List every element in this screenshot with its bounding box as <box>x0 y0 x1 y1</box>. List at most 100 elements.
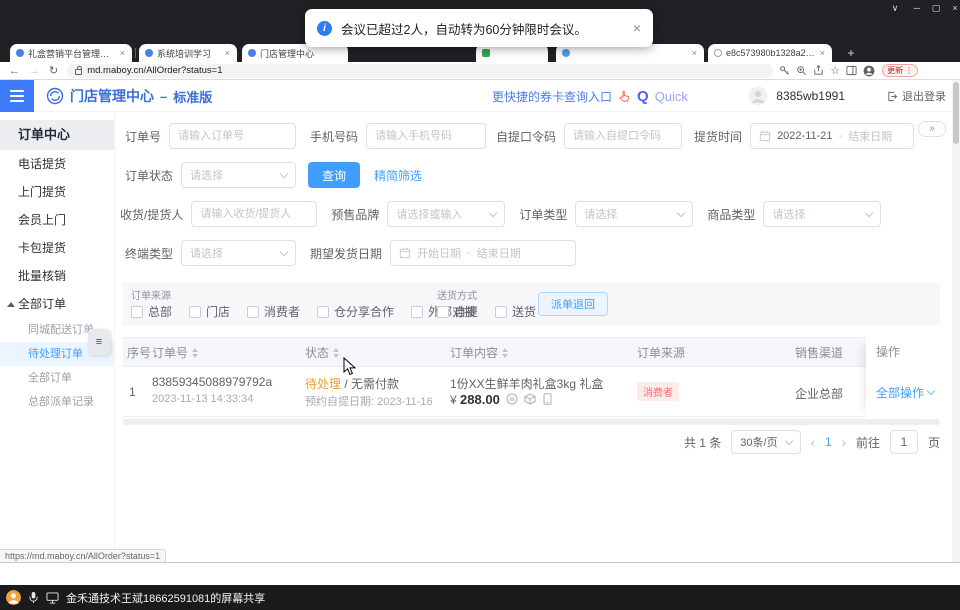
url-field[interactable]: md.maboy.cn/AllOrder?status=1 <box>67 64 773 78</box>
receiver-input[interactable] <box>191 201 317 227</box>
order-status-select[interactable]: 请选择 <box>181 162 296 188</box>
sort-icon[interactable] <box>502 348 508 358</box>
prev-page-icon[interactable]: ‹ <box>811 435 815 450</box>
checkbox-source-warehouse-share[interactable]: 仓分享合作 <box>317 303 394 320</box>
back-icon[interactable]: ← <box>9 62 20 80</box>
quick-q-icon[interactable]: Q <box>637 88 649 105</box>
tab-close-icon[interactable]: × <box>819 49 826 58</box>
tab-search-icon[interactable]: ∨ <box>888 3 902 14</box>
sidebar-collapse-handle[interactable]: ≡ <box>88 329 110 355</box>
browser-address-bar: ← → ↻ md.maboy.cn/AllOrder?status=1 ☆ 更新… <box>0 62 960 80</box>
profile-avatar-icon[interactable] <box>863 65 875 77</box>
side-panel-icon[interactable] <box>846 65 857 76</box>
sidebar-item-member-visit[interactable]: 会员上门 <box>0 206 114 234</box>
dispatch-return-button[interactable]: 派单退回 <box>538 292 608 316</box>
browser-tab-2[interactable]: 系统培训学习 × <box>139 44 237 62</box>
bookmark-star-icon[interactable]: ☆ <box>830 64 840 77</box>
tab-separator <box>135 48 136 58</box>
forward-icon[interactable]: → <box>29 62 40 80</box>
checkbox-source-hq[interactable]: 总部 <box>131 303 172 320</box>
filter-row-2: 订单状态 请选择 查询 精简筛选 <box>125 161 422 189</box>
tab-favicon <box>145 49 153 57</box>
table-horizontal-scrollbar[interactable] <box>123 419 940 425</box>
order-type-select[interactable]: 请选择 <box>575 201 693 227</box>
tab-favicon <box>248 49 256 57</box>
sort-icon[interactable] <box>192 348 198 358</box>
checkbox-source-consumer[interactable]: 消费者 <box>247 303 300 320</box>
meeting-notification-banner: i 会议已超过2人，自动转为60分钟限时会议。 × <box>305 9 653 47</box>
sidebar-item-hq-dispatch-records[interactable]: 总部派单记录 <box>0 390 114 414</box>
phone-input[interactable] <box>366 123 486 149</box>
app-edition: 标准版 <box>173 87 212 106</box>
tab-close-icon[interactable]: × <box>119 49 126 58</box>
col-content[interactable]: 订单内容 <box>450 338 508 368</box>
chevron-down-icon <box>677 208 685 216</box>
scrollbar-thumb[interactable] <box>953 82 959 144</box>
orders-table: 序号 订单号 状态 订单内容 订单来源 销售渠道 1 8385934508897… <box>123 337 940 417</box>
table-row[interactable]: 1 83859345088979792a 2023-11-13 14:33:34… <box>123 367 940 417</box>
goto-label: 前往 <box>856 434 880 451</box>
delivery-method-group-label: 送货方式 <box>437 287 477 302</box>
expected-ship-date-range[interactable]: 开始日期 - 结束日期 <box>390 240 576 266</box>
new-tab-button[interactable]: + <box>844 46 858 60</box>
presale-brand-select[interactable]: 请选择或输入 <box>387 201 505 227</box>
banner-close-icon[interactable]: × <box>633 20 641 36</box>
col-status[interactable]: 状态 <box>305 338 339 368</box>
sidebar-item-phone-pickup[interactable]: 电话提货 <box>0 150 114 178</box>
browser-tab-3[interactable]: e8c573980b1328a258fd2e6f8 × <box>708 44 832 62</box>
tab-close-icon[interactable]: × <box>224 49 231 58</box>
browser-scrollbar[interactable] <box>952 80 960 563</box>
checkbox-icon <box>189 306 201 318</box>
screen-share-icon[interactable] <box>46 592 59 604</box>
page-size-select[interactable]: 30条/页 <box>731 430 800 454</box>
col-order-no[interactable]: 订单号 <box>152 338 198 368</box>
page-number[interactable]: 1 <box>825 435 832 449</box>
expand-triangle-icon <box>7 302 15 307</box>
microphone-icon[interactable] <box>28 591 39 604</box>
refresh-icon[interactable]: ↻ <box>49 62 58 80</box>
row-index: 1 <box>129 385 136 399</box>
quick-label[interactable]: Quick <box>655 89 688 104</box>
goto-page-input[interactable] <box>890 430 918 454</box>
key-icon[interactable] <box>779 65 790 76</box>
window-maximize-button[interactable]: ▢ <box>929 3 943 14</box>
sidebar-group-all-orders[interactable]: 全部订单 <box>0 290 114 318</box>
share-icon[interactable] <box>813 65 824 76</box>
simple-filter-link[interactable]: 精简筛选 <box>374 167 422 184</box>
expand-filters-button[interactable]: » <box>918 121 946 137</box>
order-type-label: 订单类型 <box>519 206 567 223</box>
pickup-code-input[interactable] <box>564 123 682 149</box>
sidebar-item-batch-verify[interactable]: 批量核销 <box>0 262 114 290</box>
pickup-time-range[interactable]: 2022-11-21 - 结束日期 <box>750 123 914 149</box>
logout-button[interactable]: 退出登录 <box>887 88 946 104</box>
app-title: 门店管理中心 <box>70 86 154 106</box>
checkbox-source-store[interactable]: 门店 <box>189 303 230 320</box>
hamburger-menu-button[interactable] <box>0 80 34 112</box>
order-no-input[interactable] <box>169 123 296 149</box>
table-header: 序号 订单号 状态 订单内容 订单来源 销售渠道 <box>123 337 940 367</box>
sidebar-item-all-orders[interactable]: 全部订单 <box>0 366 114 390</box>
tab-close-icon[interactable]: × <box>691 49 698 58</box>
next-page-icon[interactable]: › <box>842 435 846 450</box>
row-action-dropdown[interactable]: 全部操作 <box>876 384 934 401</box>
sidebar-item-door-pickup[interactable]: 上门提货 <box>0 178 114 206</box>
row-order-time: 2023-11-13 14:33:34 <box>152 393 253 405</box>
terminal-type-select[interactable]: 请选择 <box>181 240 296 266</box>
tab-label: 门店管理中心 <box>260 47 314 60</box>
goods-type-select[interactable]: 请选择 <box>763 201 881 227</box>
sidebar-item-card-pickup[interactable]: 卡包提货 <box>0 234 114 262</box>
window-minimize-button[interactable]: ─ <box>910 3 924 13</box>
filter-row-1: 订单号 手机号码 自提口令码 提货时间 2022-11-21 - 结束日期 <box>125 122 914 150</box>
browser-tab-1[interactable]: 礼盒营销平台管理中心 × <box>10 44 132 62</box>
zoom-icon[interactable] <box>796 65 807 76</box>
presale-brand-label: 预售品牌 <box>331 206 379 223</box>
checkbox-delivery-selfpickup[interactable]: 自提 <box>437 303 478 320</box>
mouse-cursor <box>343 357 356 381</box>
goto-suffix: 页 <box>928 434 940 451</box>
checkbox-delivery-deliver[interactable]: 送货 <box>495 303 536 320</box>
sort-icon[interactable] <box>333 348 339 358</box>
coupon-query-link[interactable]: 更快捷的券卡查询入口 <box>492 88 612 105</box>
search-button[interactable]: 查询 <box>308 162 360 188</box>
chrome-update-button[interactable]: 更新 ⋮ <box>882 64 918 77</box>
window-close-button[interactable]: × <box>948 3 960 13</box>
